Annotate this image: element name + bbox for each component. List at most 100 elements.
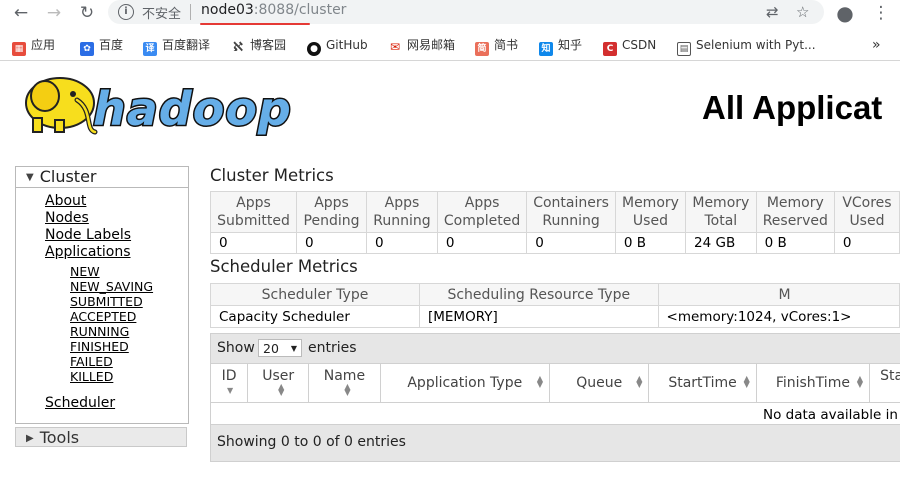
bookmark-label: 百度翻译 [162,38,211,52]
apps-grid-icon: ▦ [12,42,26,56]
metrics-header: Apps Running [366,191,438,233]
apps-col-name[interactable]: Name ▲ ▼ [308,363,381,403]
bookmark-label: GitHub [326,38,368,52]
address-separator [190,4,191,20]
bookmark-jianshu[interactable]: 简简书 [475,36,519,56]
bookmark-cnblogs[interactable]: ℵ 博客园 [231,36,286,55]
scheduler-value: [MEMORY] [418,305,659,328]
entries-select-value: 20 [263,341,279,356]
metrics-header: Apps Completed [436,191,528,233]
jianshu-icon: 简 [475,42,489,56]
metrics-value: 0 [526,232,616,254]
bookmark-label: Selenium with Pyt... [696,38,816,52]
applications-table: ID ▼ User ▲ ▼ Name ▲ ▼ Application Type ▲ ▼ Que… [209,363,900,427]
apps-col-application-type[interactable]: Application Type ▲ ▼ [379,363,551,403]
chrome-divider [0,60,900,61]
bookmarks-bar: ▦ 应用 ✿ 百度 译百度翻译 ℵ 博客园 ● GitHub ✉ 网易邮箱 简简书 知知乎… [0,33,900,57]
bookmark-csdn[interactable]: C CSDN [603,36,656,56]
metrics-header: VCores Used [833,191,900,233]
metrics-header: Apps Submitted [210,191,297,233]
forward-icon[interactable]: → [43,2,65,24]
entries-label: entries [308,340,357,356]
back-icon[interactable]: ← [10,2,32,24]
cluster-nav-header[interactable]: ▼ Cluster [16,167,188,188]
apps-col-id[interactable]: ID ▼ [209,363,249,403]
apps-col-queue[interactable]: Queue ▲ ▼ [549,363,650,403]
nav-link-new-saving[interactable]: NEW_SAVING [70,279,153,294]
bookmark-apps[interactable]: ▦ 应用 [12,36,55,56]
translate-page-icon[interactable]: ⇄ [766,3,779,21]
column-label: ID [221,368,237,384]
nav-link-new[interactable]: NEW [70,264,100,279]
url-host: node03 [201,2,254,18]
info-icon[interactable]: i [118,4,134,20]
profile-icon[interactable]: ● [834,2,856,24]
nav-link-accepted[interactable]: ACCEPTED [70,309,136,324]
selenium-icon: ▤ [677,42,691,56]
apps-col-user[interactable]: User ▲ ▼ [247,363,310,403]
url-highlight-underline [200,23,310,25]
bookmarks-overflow-icon[interactable]: » [872,36,881,54]
scheduler-header: Scheduling Resource Type [418,283,659,306]
nav-link-failed[interactable]: FAILED [70,354,113,369]
bookmark-baidu-translate[interactable]: 译百度翻译 [143,36,211,56]
cluster-metrics-table: Apps Submitted Apps Pending Apps Running… [210,191,900,254]
apps-col-start-time[interactable]: StartTime ▲ ▼ [648,363,757,403]
metrics-value: 0 [436,232,528,254]
triangle-right-icon: ▶ [26,433,34,444]
sort-down-icon: ▼ [226,386,234,395]
sort-icon: ▲ ▼ [278,382,285,397]
nav-link-node-labels[interactable]: Node Labels [45,227,131,243]
nav-link-killed[interactable]: KILLED [70,369,113,384]
apps-col-state[interactable]: State [869,363,900,403]
cluster-label: Cluster [39,167,97,186]
metrics-value: 24 GB [685,232,757,254]
star-icon[interactable]: ☆ [796,3,809,21]
apps-table-footer: Showing 0 to 0 of 0 entries [210,424,900,462]
sort-icon: ▲ ▼ [636,374,643,389]
bookmark-selenium[interactable]: ▤ Selenium with Pyt... [677,36,816,56]
menu-icon[interactable]: ⋮ [870,2,892,24]
sort-icon: ▲ ▼ [856,374,864,389]
metrics-header: Memory Used [614,191,687,233]
metrics-value: 0 [210,232,297,254]
cluster-nav-panel: ▼ Cluster About Nodes Node Labels Applica… [15,166,189,424]
nav-link-finished[interactable]: FINISHED [70,339,129,354]
column-label: Queue [576,375,623,391]
nav-link-about[interactable]: About [45,193,86,209]
bookmark-github[interactable]: ● GitHub [307,36,368,56]
nav-link-scheduler[interactable]: Scheduler [45,395,115,411]
address-bar[interactable]: i 不安全 node03:8088/cluster ⇄ ☆ [108,0,824,24]
apps-col-finish-time[interactable]: FinishTime ▲ ▼ [755,363,871,403]
metrics-value: 0 [295,232,368,254]
url-text[interactable]: node03:8088/cluster [201,2,346,18]
mail-icon: ✉ [388,40,402,54]
scheduler-value: <memory:1024, vCores:1> [657,305,900,328]
nav-link-submitted[interactable]: SUBMITTED [70,294,143,309]
tools-nav-header[interactable]: ▶ Tools [15,427,187,447]
metrics-header: Memory Total [685,191,757,233]
metrics-value: 0 [366,232,438,254]
entries-select[interactable]: 20 ▼ [258,339,302,357]
column-label: State [880,368,900,384]
bookmark-label: 简书 [494,38,519,52]
column-label: Application Type [407,375,523,391]
scheduler-header: Scheduler Type [210,283,420,306]
nav-link-applications[interactable]: Applications [45,244,131,260]
nav-link-running[interactable]: RUNNING [70,324,129,339]
nav-link-nodes[interactable]: Nodes [45,210,89,226]
metrics-value: 0 B [614,232,687,254]
bookmark-163-mail[interactable]: ✉ 网易邮箱 [388,36,455,54]
bookmark-label: 知乎 [558,38,583,52]
bookmark-label: 百度 [99,38,124,52]
metrics-header: Containers Running [526,191,616,233]
column-label: StartTime [668,375,737,391]
metrics-header: Memory Reserved [755,191,835,233]
reload-icon[interactable]: ↻ [76,2,98,24]
metrics-value: 0 B [755,232,835,254]
bookmark-label: 网易邮箱 [407,38,456,52]
metrics-header: Apps Pending [295,191,368,233]
sort-icon: ▲ ▼ [344,382,351,397]
bookmark-zhihu[interactable]: 知知乎 [539,36,583,56]
bookmark-baidu[interactable]: ✿ 百度 [80,36,124,56]
